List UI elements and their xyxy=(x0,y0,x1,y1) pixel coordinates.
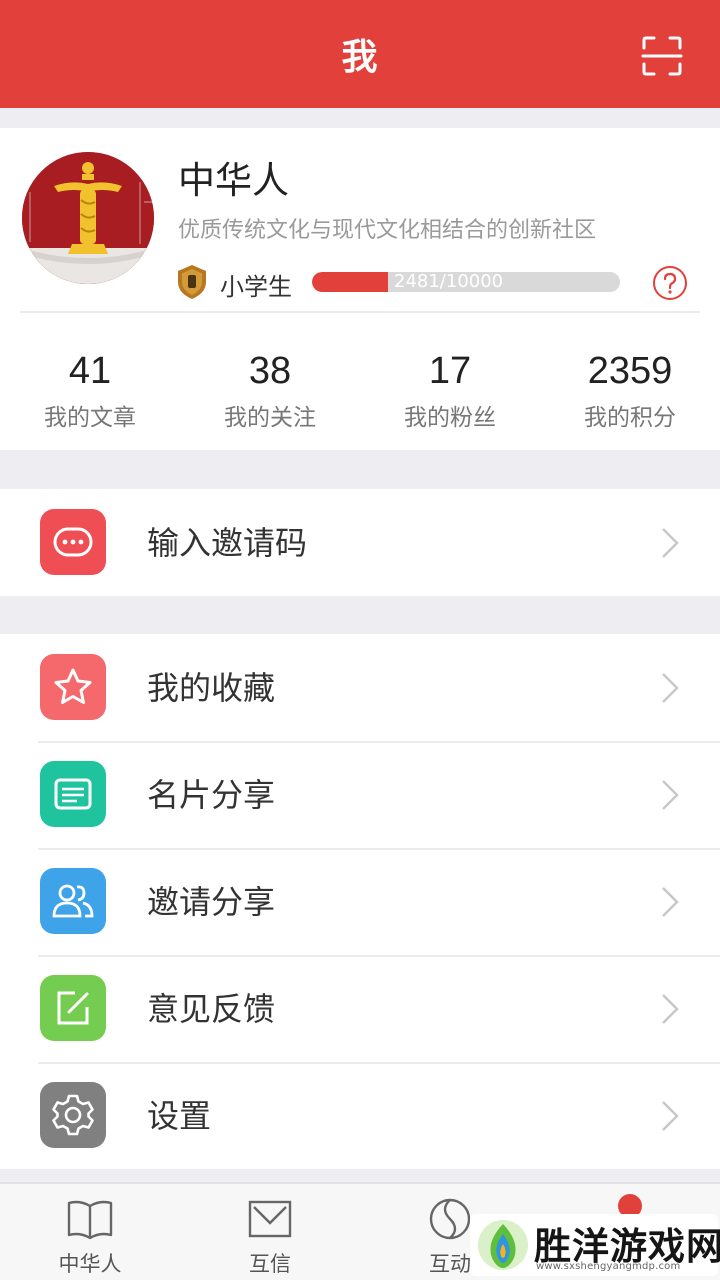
rank-label: 小学生 xyxy=(220,273,292,301)
watermark-logo-icon xyxy=(478,1220,528,1270)
stat-articles[interactable]: 41 我的文章 xyxy=(0,328,180,438)
chevron-right-icon xyxy=(662,994,679,1024)
stat-label: 我的关注 xyxy=(224,405,316,431)
chat-bubble-icon xyxy=(40,509,106,575)
scan-icon[interactable] xyxy=(640,34,684,78)
tab-zhonghuaren[interactable]: 中华人 xyxy=(0,1184,180,1280)
user-name: 中华人 xyxy=(178,159,289,202)
menu-item-invite-share[interactable]: 邀请分享 xyxy=(0,848,720,955)
menu-item-label: 名片分享 xyxy=(147,776,276,814)
chevron-right-icon xyxy=(662,780,679,810)
menu-item-label: 设置 xyxy=(147,1097,212,1135)
tab-label: 互信 xyxy=(249,1252,291,1276)
users-icon xyxy=(40,868,106,934)
avatar[interactable] xyxy=(22,152,154,284)
profile-card: 中华人 优质传统文化与现代文化相结合的创新社区 小学生 2481/10000 4… xyxy=(0,128,720,450)
stat-value: 41 xyxy=(68,350,112,392)
mail-icon xyxy=(248,1200,292,1238)
stat-fans[interactable]: 17 我的粉丝 xyxy=(360,328,540,438)
watermark-url: www.sxshengyangmdp.com xyxy=(536,1261,681,1272)
app-header: 我 xyxy=(0,0,720,108)
menu-item-invite-code[interactable]: 输入邀请码 xyxy=(0,489,720,596)
menu-item-settings[interactable]: 设置 xyxy=(0,1062,720,1169)
stat-value: 2359 xyxy=(587,350,673,392)
chevron-right-icon xyxy=(662,673,679,703)
question-circle-icon[interactable] xyxy=(652,265,688,301)
chevron-right-icon xyxy=(662,887,679,917)
chevron-right-icon xyxy=(662,528,679,558)
huabiao-emblem-icon xyxy=(22,152,154,284)
stat-label: 我的积分 xyxy=(584,405,676,431)
user-motto: 优质传统文化与现代文化相结合的创新社区 xyxy=(178,218,597,243)
edit-icon xyxy=(40,975,106,1041)
tab-huxin[interactable]: 互信 xyxy=(180,1184,360,1280)
invite-code-group: 输入邀请码 xyxy=(0,489,720,596)
gear-icon xyxy=(40,1082,106,1148)
menu-item-label: 邀请分享 xyxy=(147,883,276,921)
chevron-right-icon xyxy=(662,1101,679,1131)
stat-points[interactable]: 2359 我的积分 xyxy=(540,328,720,438)
main-menu-group: 我的收藏 名片分享 邀请分享 意见反馈 设置 xyxy=(0,634,720,1169)
menu-item-label: 我的收藏 xyxy=(147,669,276,707)
menu-item-label: 意见反馈 xyxy=(147,990,276,1028)
menu-item-feedback[interactable]: 意见反馈 xyxy=(0,955,720,1062)
stat-label: 我的文章 xyxy=(44,405,136,431)
divider xyxy=(20,311,700,313)
rank-badge-icon xyxy=(178,265,206,299)
stats-row: 41 我的文章 38 我的关注 17 我的粉丝 2359 我的积分 xyxy=(0,328,720,438)
book-icon xyxy=(67,1200,113,1240)
stat-following[interactable]: 38 我的关注 xyxy=(180,328,360,438)
stat-label: 我的粉丝 xyxy=(404,405,496,431)
level-progress-text: 2481/10000 xyxy=(394,272,504,292)
level-progress-bar: 2481/10000 xyxy=(312,272,620,292)
tab-label: 中华人 xyxy=(58,1252,122,1276)
yin-yang-icon xyxy=(429,1198,471,1240)
menu-item-label: 输入邀请码 xyxy=(147,524,308,562)
level-progress-fill xyxy=(312,272,389,292)
stat-value: 17 xyxy=(428,350,472,392)
stat-value: 38 xyxy=(248,350,292,392)
card-icon xyxy=(40,761,106,827)
menu-item-favorites[interactable]: 我的收藏 xyxy=(0,634,720,741)
star-icon xyxy=(40,654,106,720)
menu-item-card-share[interactable]: 名片分享 xyxy=(0,741,720,848)
page-title: 我 xyxy=(341,37,379,78)
site-watermark: 胜洋游戏网 www.sxshengyangmdp.com xyxy=(470,1214,720,1276)
